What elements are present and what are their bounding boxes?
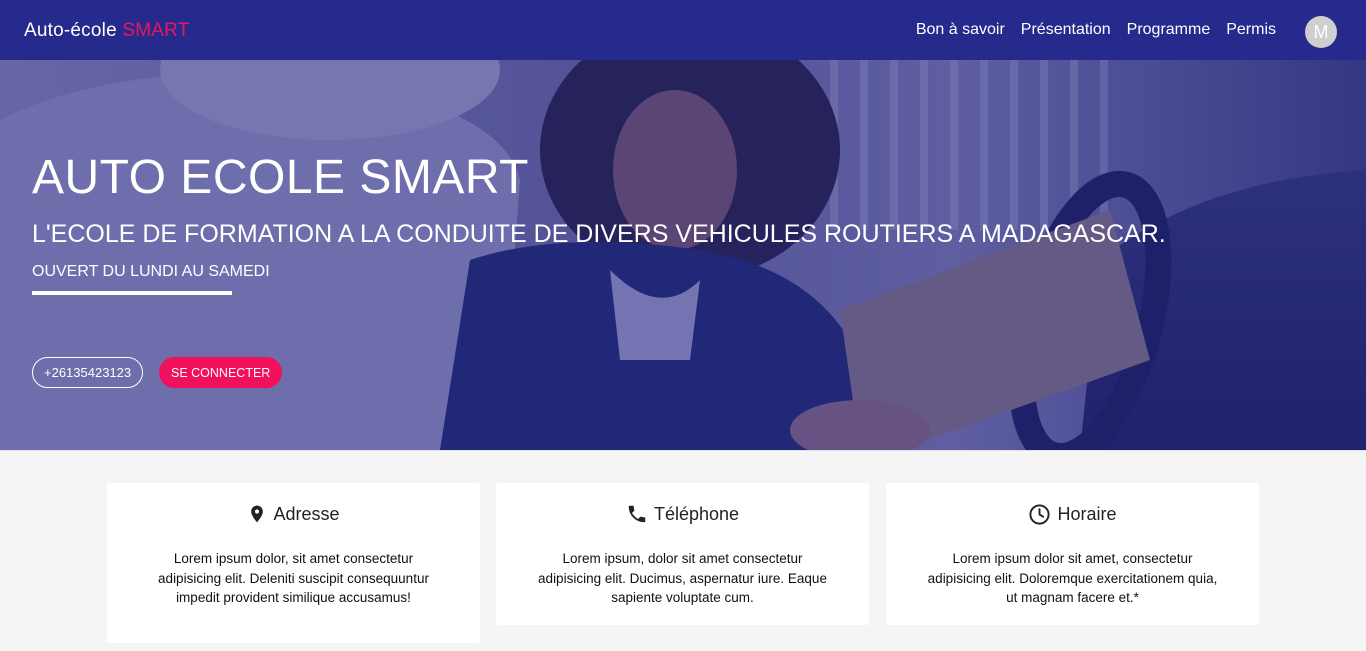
phone-icon: [626, 503, 648, 525]
opening-hours-text: OUVERT DU LUNDI AU SAMEDI: [32, 263, 270, 280]
brand-main-text: Auto-école: [24, 20, 117, 41]
phone-button[interactable]: +26135423123: [32, 357, 144, 388]
hero-subtitle: L'ECOLE DE FORMATION A LA CONDUITE DE DI…: [32, 220, 1166, 248]
card-header: Horaire: [886, 501, 1259, 527]
card-title: Téléphone: [653, 503, 740, 524]
location-pin-icon: [247, 503, 267, 525]
hero-underline-divider: [32, 291, 232, 295]
brand-accent-text: SMART: [122, 20, 190, 41]
hours-card: Horaire Lorem ipsum dolor sit amet, cons…: [886, 483, 1259, 625]
card-header: Adresse: [107, 501, 480, 527]
card-text: Lorem ipsum dolor, sit amet consectetur …: [158, 551, 429, 605]
user-avatar[interactable]: M: [1305, 16, 1337, 48]
hero-section: AUTO ECOLE SMART L'ECOLE DE FORMATION A …: [0, 60, 1366, 450]
nav-link-presentation[interactable]: Présentation: [1021, 21, 1111, 39]
hero-title: AUTO ECOLE SMART: [32, 151, 529, 204]
top-navbar: Auto-école SMART Bon à savoir Présentati…: [0, 0, 1366, 60]
card-header: Téléphone: [496, 501, 869, 527]
clock-icon: [1028, 503, 1051, 526]
hero-overlay: [0, 60, 1366, 450]
card-title: Horaire: [1057, 503, 1117, 524]
phone-card: Téléphone Lorem ipsum, dolor sit amet co…: [496, 483, 869, 625]
nav-link-programme[interactable]: Programme: [1127, 21, 1211, 39]
card-text: Lorem ipsum, dolor sit amet consectetur …: [538, 551, 827, 605]
login-button[interactable]: SE CONNECTER: [159, 357, 283, 388]
address-card: Adresse Lorem ipsum dolor, sit amet cons…: [107, 483, 480, 643]
brand-logo[interactable]: Auto-école SMART: [24, 20, 190, 42]
nav-links: Bon à savoir Présentation Programme Perm…: [916, 0, 1276, 60]
nav-link-bon-a-savoir[interactable]: Bon à savoir: [916, 21, 1005, 39]
card-title: Adresse: [273, 503, 340, 524]
nav-link-permis[interactable]: Permis: [1226, 21, 1276, 39]
info-cards-section: Adresse Lorem ipsum dolor, sit amet cons…: [0, 450, 1366, 651]
card-text: Lorem ipsum dolor sit amet, consectetur …: [927, 551, 1218, 605]
